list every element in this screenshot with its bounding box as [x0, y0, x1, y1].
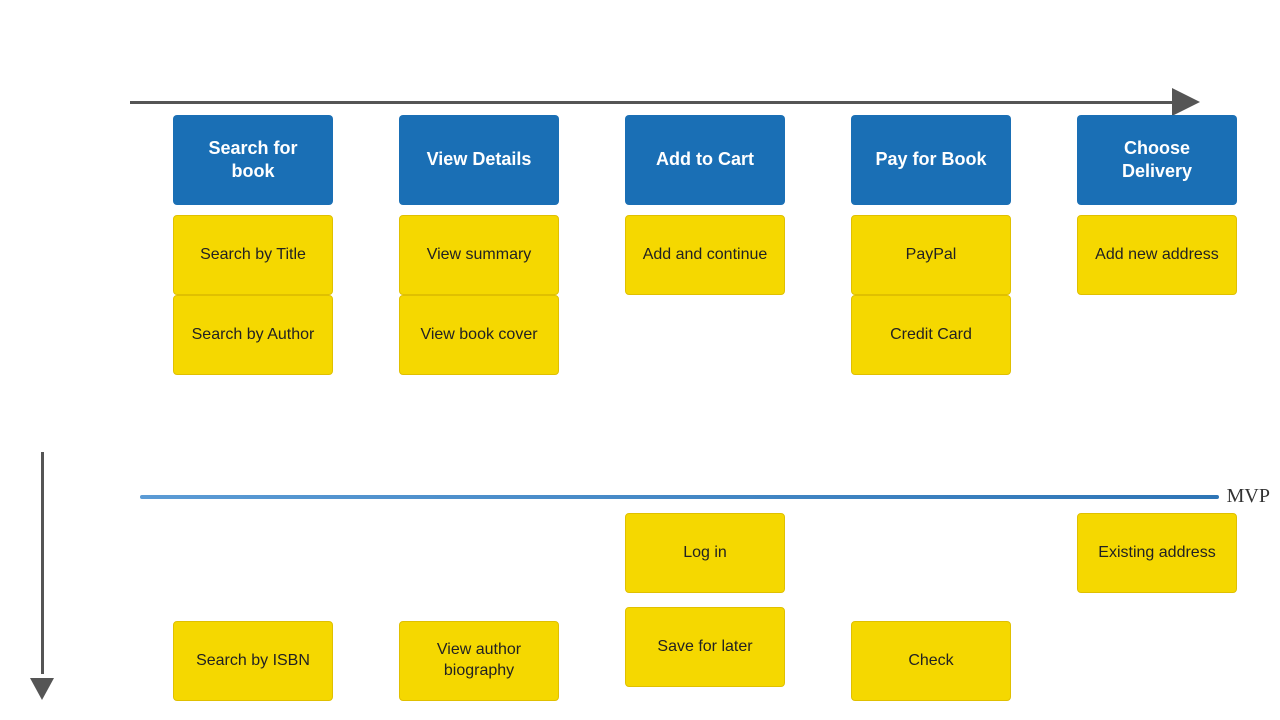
activity-col-search: Search for book [173, 115, 333, 205]
task-col-search-search-by-author: Search by Author [173, 295, 333, 375]
mvp-line [140, 495, 1219, 499]
activity-col-cart: Add to Cart [625, 115, 785, 205]
task-col-pay-paypal: PayPal [851, 215, 1011, 295]
below-mvp-wrapper: Search by ISBN View author biography Log i… [140, 508, 1270, 701]
below-top-task-col-delivery-existing-address: Existing address [1077, 513, 1237, 593]
task-col-view-view-book-cover: View book cover [399, 295, 559, 375]
mvp-line-container: MVP [140, 485, 1270, 508]
activity-col-delivery: Choose Delivery [1077, 115, 1237, 205]
below-task-col-cart-save-for-later: Save for later [625, 607, 785, 687]
task-col-cart-add-and-continue: Add and continue [625, 215, 785, 295]
page-title [0, 0, 1280, 24]
column-col-delivery: Choose Delivery Add new address [1044, 110, 1270, 375]
column-col-search: Search for book Search by TitleSearch by … [140, 110, 366, 375]
below-col-col-search: Search by ISBN [140, 508, 366, 701]
below-task-col-search-search-by-isbn: Search by ISBN [173, 621, 333, 701]
below-task-col-view-view-author-biography: View author biography [399, 621, 559, 701]
below-col-col-view: View author biography [366, 508, 592, 701]
column-col-cart: Add to Cart Add and continue [592, 110, 818, 375]
activity-col-pay: Pay for Book [851, 115, 1011, 205]
below-col-col-delivery: Existing address [1044, 508, 1270, 701]
axis-arrow-head [30, 678, 54, 700]
axis-arrow-line [41, 452, 44, 674]
columns-wrapper: Search for book Search by TitleSearch by … [140, 110, 1270, 375]
below-col-col-cart: Log in Save for later [592, 508, 818, 701]
task-col-pay-credit-card: Credit Card [851, 295, 1011, 375]
below-task-col-pay-check: Check [851, 621, 1011, 701]
activity-col-view: View Details [399, 115, 559, 205]
column-col-pay: Pay for Book PayPalCredit Card [818, 110, 1044, 375]
mvp-label: MVP [1227, 485, 1270, 508]
task-col-search-search-by-title: Search by Title [173, 215, 333, 295]
task-col-delivery-add-new-address: Add new address [1077, 215, 1237, 295]
column-col-view: View Details View summaryView book cover [366, 110, 592, 375]
below-col-col-pay: Check [818, 508, 1044, 701]
below-top-task-col-cart-log-in: Log in [625, 513, 785, 593]
arrow-line [130, 101, 1172, 104]
task-col-view-view-summary: View summary [399, 215, 559, 295]
left-axis [12, 220, 72, 700]
